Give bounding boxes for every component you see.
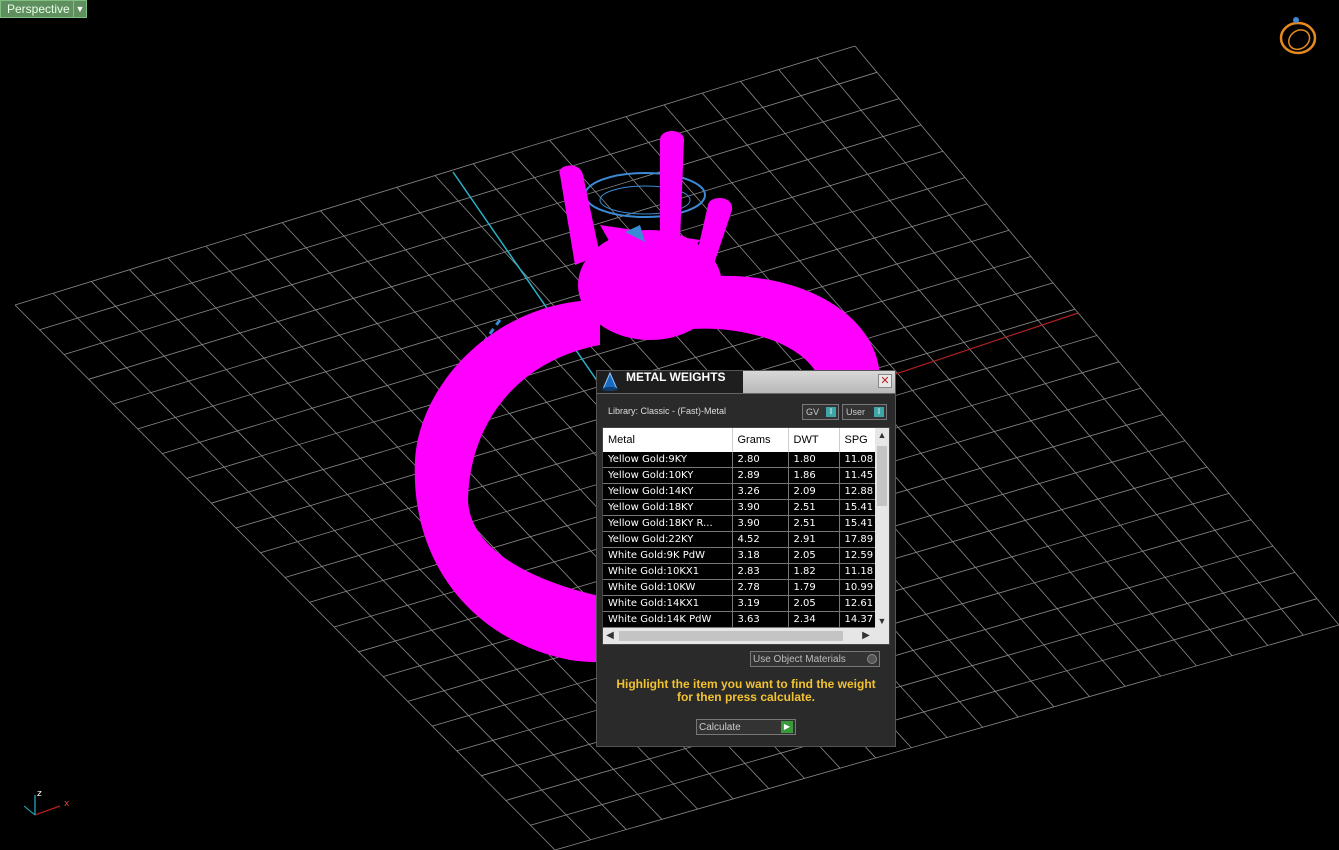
spg-cell: 17.89 (839, 531, 876, 548)
user-toggle-label: User (846, 407, 866, 417)
table-row[interactable]: White Gold:10KX1 2.83 1.82 11.18 (603, 563, 876, 580)
grams-cell: 2.78 (732, 579, 789, 596)
spg-cell: 11.18 (839, 563, 876, 580)
table-row[interactable]: White Gold:9K PdW 3.18 2.05 12.59 (603, 547, 876, 564)
grams-cell: 3.90 (732, 515, 789, 532)
dwt-cell: 1.80 (788, 452, 840, 468)
metal-cell: White Gold:14K PdW (603, 611, 733, 628)
dwt-cell: 2.05 (788, 547, 840, 564)
table-row[interactable]: White Gold:14K PdW 3.63 2.34 14.37 (603, 611, 876, 628)
axis-gizmo (23, 795, 61, 816)
table-horizontal-scrollbar[interactable]: ◀ ▶ (603, 628, 889, 644)
spg-cell: 12.88 (839, 483, 876, 500)
metal-cell: White Gold:10KW (603, 579, 733, 596)
gv-toggle-knob: I (826, 407, 836, 417)
metal-cell: Yellow Gold:18KY (603, 499, 733, 516)
metal-cell: Yellow Gold:9KY (603, 452, 733, 468)
table-row[interactable]: White Gold:14KX1 3.19 2.05 12.61 (603, 595, 876, 612)
dwt-cell: 2.51 (788, 515, 840, 532)
column-header-spg[interactable]: SPG (839, 428, 876, 452)
user-toggle[interactable]: User I (842, 404, 887, 420)
table-row[interactable]: Yellow Gold:18KY 3.90 2.51 15.41 (603, 499, 876, 516)
grams-cell: 3.18 (732, 547, 789, 564)
scroll-up-arrow[interactable]: ▲ (875, 428, 889, 442)
dwt-cell: 1.82 (788, 563, 840, 580)
library-label: Library: Classic - (Fast)-Metal (608, 406, 727, 416)
grams-cell: 2.83 (732, 563, 789, 580)
table-row[interactable]: Yellow Gold:10KY 2.89 1.86 11.45 (603, 467, 876, 484)
table-header-row: Metal Grams DWT SPG (603, 428, 876, 452)
grams-cell: 2.80 (732, 452, 789, 468)
spg-cell: 12.59 (839, 547, 876, 564)
grams-cell: 3.26 (732, 483, 789, 500)
use-object-materials-label: Use Object Materials (753, 654, 846, 665)
dwt-cell: 2.51 (788, 499, 840, 516)
table-vertical-scrollbar[interactable]: ▲ ▼ (875, 428, 889, 628)
metal-cell: White Gold:14KX1 (603, 595, 733, 612)
scroll-right-arrow[interactable]: ▶ (859, 628, 873, 644)
dialog-title: METAL WEIGHTS (626, 370, 726, 384)
vertical-scroll-thumb[interactable] (877, 446, 887, 506)
dwt-cell: 1.86 (788, 467, 840, 484)
spg-cell: 15.41 (839, 515, 876, 532)
spg-cell: 11.08 (839, 452, 876, 468)
grams-cell: 2.89 (732, 467, 789, 484)
column-header-dwt[interactable]: DWT (788, 428, 840, 452)
column-header-metal[interactable]: Metal (603, 428, 733, 452)
dwt-cell: 2.91 (788, 531, 840, 548)
spg-cell: 14.37 (839, 611, 876, 628)
metal-cell: Yellow Gold:10KY (603, 467, 733, 484)
dialog-title-bar[interactable]: METAL WEIGHTS ✕ (597, 371, 895, 394)
metal-cell: White Gold:9K PdW (603, 547, 733, 564)
spg-cell: 10.99 (839, 579, 876, 596)
close-button[interactable]: ✕ (878, 374, 892, 388)
metal-cell: White Gold:10KX1 (603, 563, 733, 580)
scroll-left-arrow[interactable]: ◀ (603, 628, 617, 644)
grams-cell: 3.19 (732, 595, 789, 612)
use-object-materials-toggle[interactable]: Use Object Materials (750, 651, 880, 667)
spg-cell: 15.41 (839, 499, 876, 516)
metal-cell: Yellow Gold:22KY (603, 531, 733, 548)
dwt-cell: 2.34 (788, 611, 840, 628)
gv-toggle[interactable]: GV I (802, 404, 839, 420)
metal-weights-icon (602, 372, 618, 391)
user-toggle-knob: I (874, 407, 884, 417)
table-row[interactable]: Yellow Gold:22KY 4.52 2.91 17.89 (603, 531, 876, 548)
use-object-materials-radio[interactable] (867, 654, 877, 664)
grams-cell: 3.90 (732, 499, 789, 516)
dwt-cell: 2.09 (788, 483, 840, 500)
calculate-label: Calculate (699, 722, 741, 733)
instruction-text: Highlight the item you want to find the … (616, 677, 876, 704)
table-row[interactable]: Yellow Gold:14KY 3.26 2.09 12.88 (603, 483, 876, 500)
spg-cell: 12.61 (839, 595, 876, 612)
axis-z-label: z (37, 789, 42, 799)
table-row[interactable]: White Gold:10KW 2.78 1.79 10.99 (603, 579, 876, 596)
navigation-ring-icon[interactable] (1279, 17, 1317, 55)
grams-cell: 4.52 (732, 531, 789, 548)
metal-cell: Yellow Gold:18KY R... (603, 515, 733, 532)
table-row[interactable]: Yellow Gold:18KY R... 3.90 2.51 15.41 (603, 515, 876, 532)
dwt-cell: 2.05 (788, 595, 840, 612)
axis-x-label: x (64, 799, 70, 809)
viewport-label[interactable]: Perspective (0, 0, 74, 18)
grams-cell: 3.63 (732, 611, 789, 628)
play-icon: ▶ (781, 721, 793, 733)
metal-weights-dialog: METAL WEIGHTS ✕ Library: Classic - (Fast… (596, 370, 896, 747)
metal-cell: Yellow Gold:14KY (603, 483, 733, 500)
spg-cell: 11.45 (839, 467, 876, 484)
metal-table[interactable]: Metal Grams DWT SPG Yellow Gold:9KY 2.80 1… (602, 427, 890, 645)
viewport-menu-dropdown[interactable]: ▼ (73, 0, 87, 18)
column-header-grams[interactable]: Grams (732, 428, 789, 452)
dwt-cell: 1.79 (788, 579, 840, 596)
gv-toggle-label: GV (806, 407, 820, 417)
scroll-down-arrow[interactable]: ▼ (875, 614, 889, 628)
horizontal-scroll-thumb[interactable] (619, 631, 843, 641)
table-row[interactable]: Yellow Gold:9KY 2.80 1.80 11.08 (603, 452, 876, 468)
calculate-button[interactable]: Calculate ▶ (696, 719, 796, 735)
